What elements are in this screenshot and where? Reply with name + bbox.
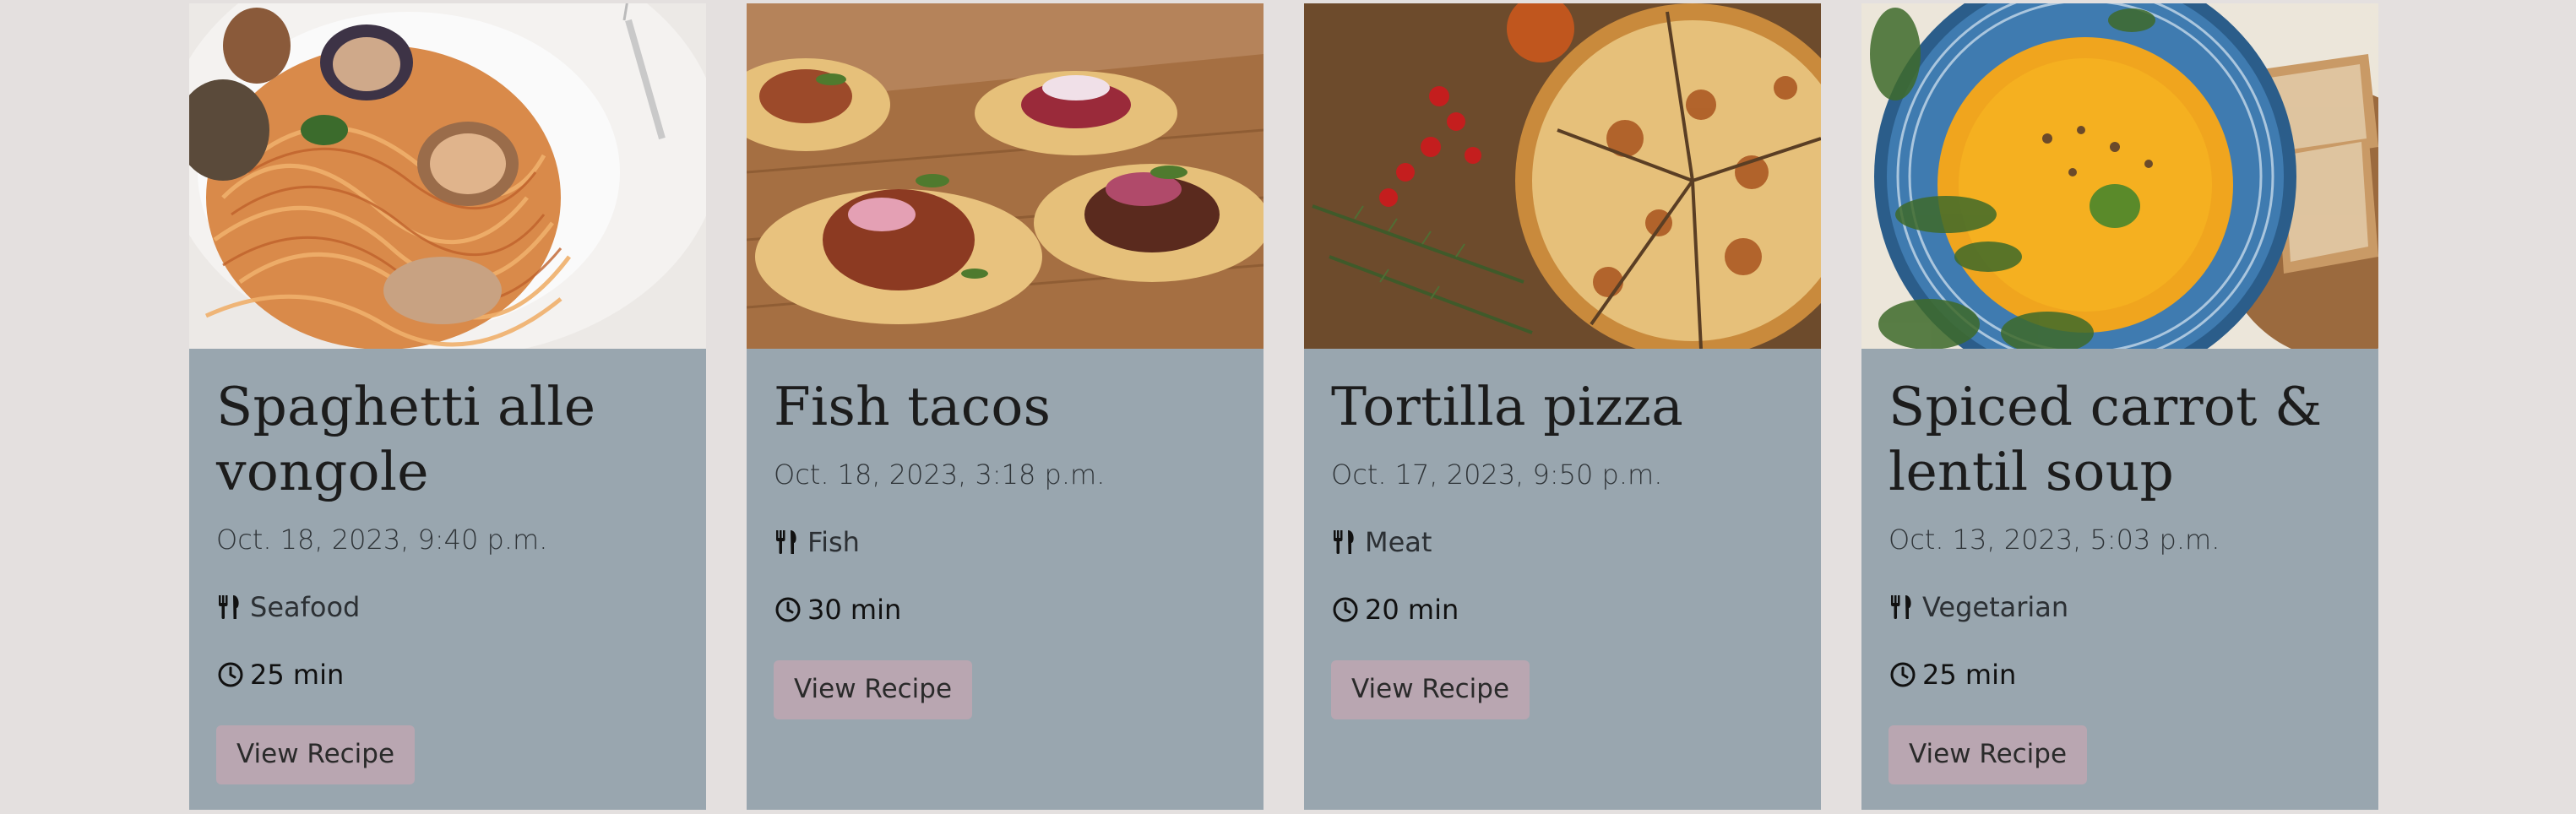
recipe-time: 20 min [1331,593,1801,627]
recipe-time-label: 20 min [1365,594,1459,626]
recipe-category: Meat [1331,525,1801,559]
utensils-icon [776,530,796,554]
view-recipe-button[interactable]: View Recipe [774,660,973,719]
recipe-card-body: Tortilla pizza Oct. 17, 2023, 9:50 p.m. … [1331,349,1801,719]
recipe-image-tacos[interactable] [747,3,1264,349]
recipe-category: Seafood [216,590,686,624]
utensils-icon [1891,595,1911,619]
view-recipe-button[interactable]: View Recipe [1331,660,1530,719]
recipe-category-label: Meat [1365,526,1432,558]
recipe-date: Oct. 18, 2023, 3:18 p.m. [774,459,1106,491]
recipe-time: 25 min [1889,658,2358,692]
recipe-title[interactable]: Spaghetti alle vongole [216,374,686,504]
recipe-title[interactable]: Fish tacos [774,374,1243,439]
recipe-category: Fish [774,525,1243,559]
recipe-image-soup[interactable] [1861,3,2378,349]
recipe-card-body: Spaghetti alle vongole Oct. 18, 2023, 9:… [216,349,686,784]
recipe-time-label: 25 min [250,659,345,691]
clock-icon [1890,662,1916,687]
recipe-card-grid: Spaghetti alle vongole Oct. 18, 2023, 9:… [0,0,2576,814]
clock-icon [218,662,243,687]
recipe-date: Oct. 13, 2023, 5:03 p.m. [1889,524,2220,556]
recipe-card: Fish tacos Oct. 18, 2023, 3:18 p.m. Fish [747,3,1264,810]
clock-icon [1333,597,1358,622]
clock-icon [775,597,801,622]
utensils-icon [219,595,239,619]
utensils-icon [1334,530,1354,554]
recipe-category-label: Seafood [250,591,361,623]
recipe-date: Oct. 18, 2023, 9:40 p.m. [216,524,548,556]
recipe-image-spaghetti[interactable] [189,3,706,349]
recipe-title[interactable]: Spiced carrot & lentil soup [1889,374,2358,504]
recipe-card: Spaghetti alle vongole Oct. 18, 2023, 9:… [189,3,706,810]
recipe-image-pizza[interactable] [1304,3,1821,349]
view-recipe-button[interactable]: View Recipe [1889,725,2088,784]
recipe-title[interactable]: Tortilla pizza [1331,374,1801,439]
recipe-card-body: Spiced carrot & lentil soup Oct. 13, 202… [1889,349,2358,784]
recipe-card: Tortilla pizza Oct. 17, 2023, 9:50 p.m. … [1304,3,1821,810]
recipe-date: Oct. 17, 2023, 9:50 p.m. [1331,459,1663,491]
recipe-card-body: Fish tacos Oct. 18, 2023, 3:18 p.m. Fish [774,349,1243,719]
view-recipe-button[interactable]: View Recipe [216,725,416,784]
recipe-time-label: 25 min [1922,659,2017,691]
recipe-card: Spiced carrot & lentil soup Oct. 13, 202… [1861,3,2378,810]
recipe-category-label: Vegetarian [1922,591,2069,623]
recipe-category-label: Fish [807,526,860,558]
recipe-category: Vegetarian [1889,590,2358,624]
recipe-time: 25 min [216,658,686,692]
recipe-time-label: 30 min [807,594,902,626]
recipe-time: 30 min [774,593,1243,627]
